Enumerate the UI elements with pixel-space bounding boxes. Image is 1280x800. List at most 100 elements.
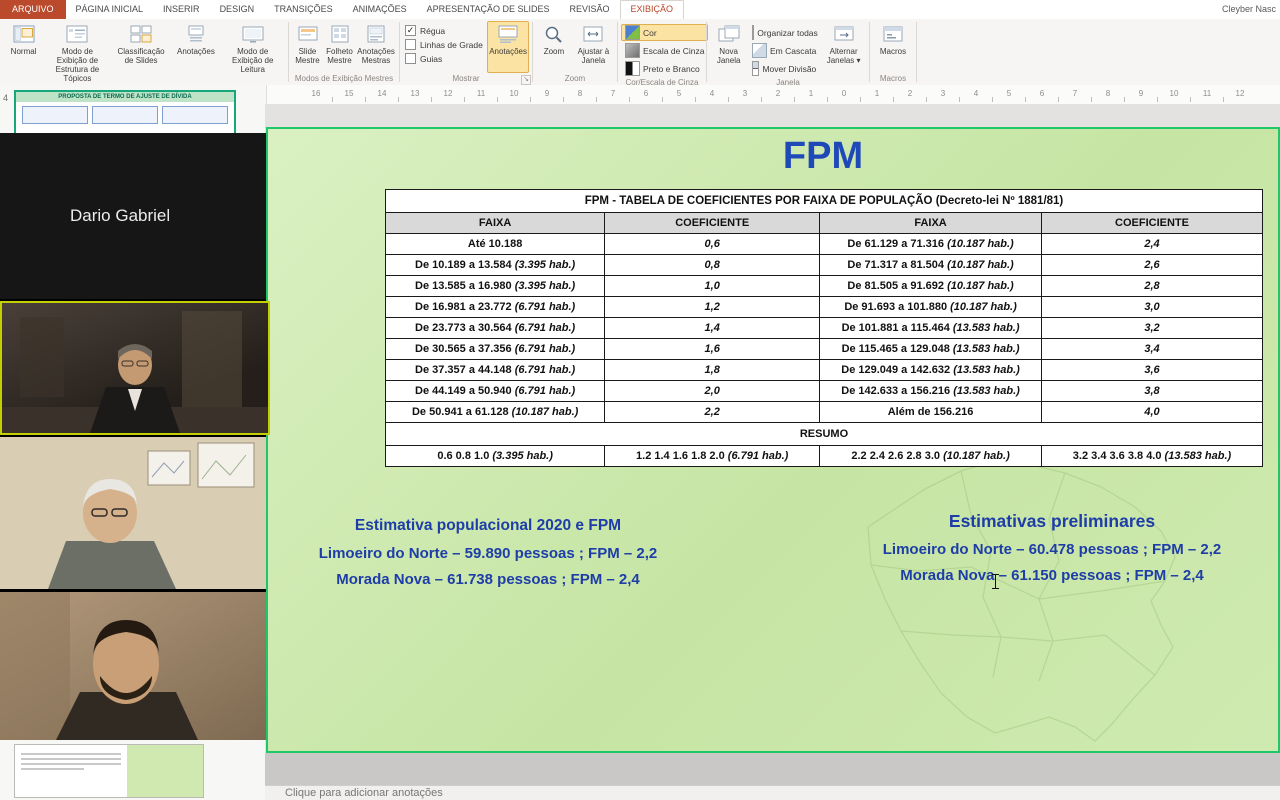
slide-sorter-button[interactable]: Classificação de Slides (111, 21, 172, 86)
faixa-cell: De 16.981 a 23.772 (6.791 hab.) (386, 297, 605, 318)
move-split-button[interactable]: Mover Divisão (748, 60, 820, 77)
video-tile-2[interactable] (0, 437, 266, 589)
video-tile-3[interactable] (0, 592, 266, 740)
coefficient-cell: 3,2 (1041, 318, 1262, 339)
ruler-checkbox[interactable]: ✓Régua (405, 25, 484, 36)
faixa-cell: De 71.317 a 81.504 (10.187 hab.) (820, 255, 1042, 276)
arrange-all-button[interactable]: Organizar todas (748, 24, 820, 41)
zoom-icon (543, 25, 565, 46)
thumbnail-page (15, 745, 127, 797)
zoom-button[interactable]: Zoom (536, 21, 572, 73)
faixa-cell: De 13.585 a 16.980 (3.395 hab.) (386, 276, 605, 297)
ruler-number: 1 (870, 89, 884, 98)
left-block-title: Estimativa populacional 2020 e FPM (298, 517, 678, 535)
right-text-block[interactable]: Estimativas preliminares Limoeiro do Nor… (856, 511, 1248, 593)
tab-apresentacao-de-slides[interactable]: APRESENTAÇÃO DE SLIDES (417, 0, 560, 19)
fpm-table[interactable]: FPM - TABELA DE COEFICIENTES POR FAIXA D… (385, 189, 1263, 467)
coefficient-cell: 3,0 (1041, 297, 1262, 318)
ruler-number: 4 (969, 89, 983, 98)
gridlines-checkbox[interactable]: Linhas de Grade (405, 39, 484, 50)
coefficient-cell: 1,4 (605, 318, 820, 339)
ruler-number: 15 (342, 89, 356, 98)
tab-inserir[interactable]: INSERIR (153, 0, 210, 19)
horizontal-ruler[interactable]: 161514131211109876543210123456789101112 (265, 85, 1280, 105)
resumo-cell: 0.6 0.8 1.0 (3.395 hab.) (386, 446, 605, 467)
ruler-tick (431, 97, 432, 102)
coefficient-cell: 1,8 (605, 360, 820, 381)
slide-canvas[interactable]: FPM FPM - TABELA DE COEFICIENTES POR FAI… (266, 127, 1280, 753)
notes-toggle-button[interactable]: Anotações (487, 21, 529, 73)
tab-design[interactable]: DESIGN (210, 0, 265, 19)
notes-page-view-button[interactable]: Anotações (172, 21, 219, 86)
editor-lower-strip (265, 753, 1280, 785)
coefficient-cell: 1,0 (605, 276, 820, 297)
button-label: Em Cascata (770, 46, 816, 56)
fpm-table-row: De 37.357 a 44.148 (6.791 hab.)1,8De 129… (386, 360, 1263, 381)
tab-transicoes[interactable]: TRANSIÇÕES (264, 0, 343, 19)
guides-checkbox[interactable]: Guias (405, 53, 484, 64)
ruler-tick (1124, 97, 1125, 102)
color-button[interactable]: Cor (621, 24, 708, 41)
outline-view-icon (66, 25, 88, 46)
participant-name-tile[interactable]: Dario Gabriel (0, 133, 266, 299)
group-show: ✓Régua Linhas de Grade Guias Anotações M… (400, 19, 532, 85)
switch-windows-icon (833, 25, 855, 46)
group-label: Mostrar↘ (400, 73, 532, 85)
account-name[interactable]: Cleyber Nasc (1218, 0, 1280, 19)
slide-master-icon (297, 25, 319, 46)
ribbon-exibicao: Normal Modo de Exibição de Estrutura de … (0, 19, 1280, 86)
coefficient-cell: 4,0 (1041, 402, 1262, 423)
resumo-label: RESUMO (386, 423, 1263, 446)
dialog-launcher-icon[interactable]: ↘ (521, 75, 531, 85)
slide-title[interactable]: FPM (368, 135, 1278, 178)
macros-button[interactable]: Macros (873, 21, 913, 73)
tab-arquivo[interactable]: ARQUIVO (0, 0, 66, 19)
coefficient-cell: 2,4 (1041, 234, 1262, 255)
faixa-cell: De 142.633 a 156.216 (13.583 hab.) (820, 381, 1042, 402)
left-text-block[interactable]: Estimativa populacional 2020 e FPM Limoe… (298, 517, 678, 597)
notes-master-button[interactable]: Anotações Mestras (356, 21, 396, 73)
powerpoint-window: ARQUIVO PÁGINA INICIAL INSERIR DESIGN TR… (0, 0, 1280, 800)
new-window-icon (718, 25, 740, 46)
ruler-number: 5 (672, 89, 686, 98)
participant-name: Dario Gabriel (0, 206, 170, 226)
new-window-button[interactable]: Nova Janela (710, 21, 747, 77)
ruler-number: 6 (639, 89, 653, 98)
button-label: Anotações Mestras (357, 48, 395, 66)
group-zoom: Zoom Ajustar à Janela Zoom (533, 19, 617, 85)
checkbox-checked-icon: ✓ (405, 25, 416, 36)
tab-animacoes[interactable]: ANIMAÇÕES (343, 0, 417, 19)
cascade-button[interactable]: Em Cascata (748, 42, 820, 59)
checkbox-label: Guias (420, 54, 442, 64)
ruler-number: 4 (705, 89, 719, 98)
button-label: Escala de Cinza (643, 46, 704, 56)
grayscale-button[interactable]: Escala de Cinza (621, 42, 708, 59)
handout-master-button[interactable]: Folheto Mestre (324, 21, 355, 73)
group-presentation-views: Normal Modo de Exibição de Estrutura de … (0, 19, 288, 85)
faixa-cell: De 129.049 a 142.632 (13.583 hab.) (820, 360, 1042, 381)
slide-master-button[interactable]: Slide Mestre (292, 21, 323, 73)
right-block-line: Morada Nova – 61.150 pessoas ; FPM – 2,4 (856, 567, 1248, 584)
reading-view-button[interactable]: Modo de Exibição de Leitura (220, 21, 285, 86)
black-white-button[interactable]: Preto e Branco (621, 60, 708, 77)
coefficient-cell: 3,8 (1041, 381, 1262, 402)
outline-view-button[interactable]: Modo de Exibição de Estrutura de Tópicos (45, 21, 110, 86)
tab-pagina-inicial[interactable]: PÁGINA INICIAL (66, 0, 154, 19)
thumbnail-slide-title: PROPOSTA DE TERMO DE AJUSTE DE DÍVIDA (16, 92, 234, 102)
fpm-table-row: De 10.189 a 13.584 (3.395 hab.)0,8De 71.… (386, 255, 1263, 276)
fit-to-window-button[interactable]: Ajustar à Janela (573, 21, 614, 73)
ruler-number: 2 (903, 89, 917, 98)
tab-revisao[interactable]: REVISÃO (559, 0, 619, 19)
ruler-tick (332, 97, 333, 102)
notes-placeholder: Clique para adicionar anotações (285, 787, 443, 799)
normal-view-button[interactable]: Normal (3, 21, 44, 86)
normal-view-icon (13, 25, 35, 46)
switch-windows-button[interactable]: Alternar Janelas ▾ (821, 21, 866, 77)
slide-thumbnail-partial[interactable] (14, 744, 204, 798)
tab-exibicao[interactable]: EXIBIÇÃO (620, 0, 685, 19)
ruler-number: 10 (507, 89, 521, 98)
notes-panel[interactable]: Clique para adicionar anotações (265, 785, 1280, 800)
video-tile-active-speaker[interactable] (0, 301, 270, 435)
fit-to-window-icon (582, 25, 604, 46)
ruler-tick (629, 97, 630, 102)
